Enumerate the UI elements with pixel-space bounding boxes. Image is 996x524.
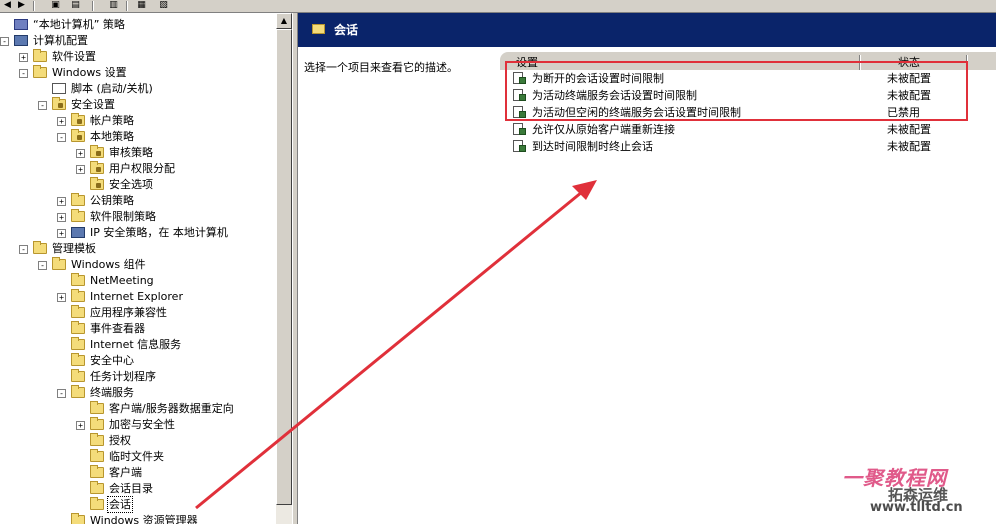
annotation-arrow <box>195 180 597 510</box>
watermark-url: www.tlltd.cn <box>870 500 963 515</box>
